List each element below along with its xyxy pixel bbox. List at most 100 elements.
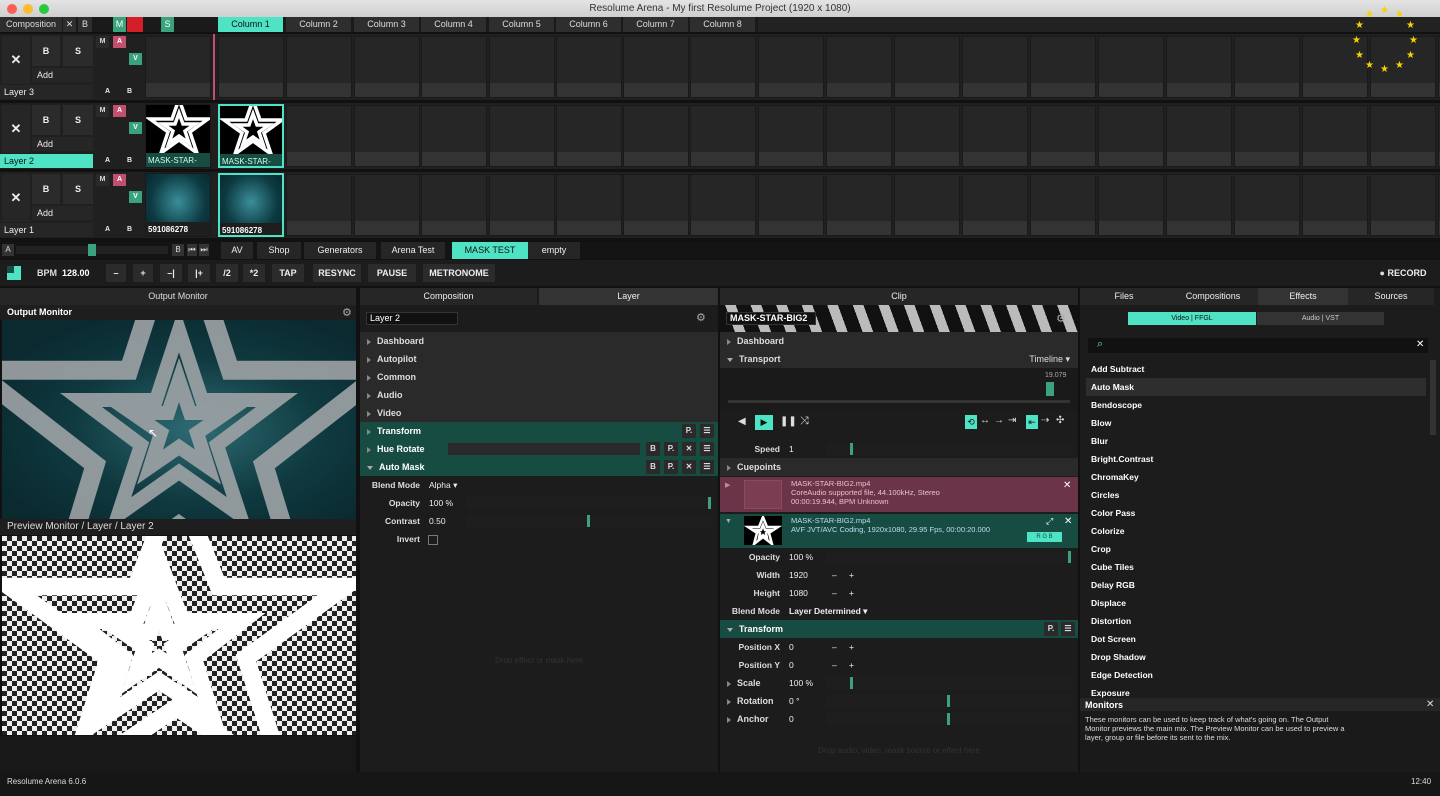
layer-solo-button[interactable]: S <box>63 105 93 135</box>
bpm-double-button[interactable]: *2 <box>243 264 265 282</box>
remove-audio-icon[interactable]: ✕ <box>1063 480 1071 491</box>
slider-handle[interactable] <box>587 515 590 527</box>
record-button[interactable]: ● RECORD <box>1378 264 1428 282</box>
clip-param-value[interactable]: 1080 <box>789 588 808 598</box>
expand-view-icon[interactable]: ⤢ <box>1046 516 1053 527</box>
timeline-playhead[interactable] <box>1046 382 1054 396</box>
effect-item[interactable]: Bright.Contrast <box>1086 450 1426 468</box>
effect-item[interactable]: Cube Tiles <box>1086 558 1426 576</box>
bpm-minus-button[interactable]: – <box>106 264 126 282</box>
random-clip-icon[interactable]: ✣ <box>1056 415 1064 426</box>
layer-solo-button[interactable]: S <box>63 174 93 204</box>
layer-mute-button[interactable]: M <box>96 36 109 48</box>
deck-next-icon[interactable]: ⏭ <box>199 244 209 256</box>
layer-mute-button[interactable]: M <box>96 174 109 186</box>
timeline-dropdown[interactable]: Timeline ▾ <box>1029 350 1070 368</box>
layer-mute-button[interactable]: M <box>96 105 109 117</box>
layer-clear-button[interactable]: ✕ <box>2 174 30 222</box>
increment-button[interactable]: + <box>849 570 854 580</box>
tab-layer[interactable]: Layer <box>539 288 718 305</box>
effect-item[interactable]: ChromaKey <box>1086 468 1426 486</box>
deck-tab-4[interactable]: MASK TEST <box>452 242 528 259</box>
slider-handle[interactable] <box>708 497 711 509</box>
crossfader-b[interactable]: B <box>172 244 184 256</box>
deck-tab-3[interactable]: Arena Test <box>381 242 445 259</box>
effect-item[interactable]: Distortion <box>1086 612 1426 630</box>
composition-clear-button[interactable]: ✕ <box>63 17 76 32</box>
transform-slider[interactable] <box>826 677 1072 689</box>
hue-rotate-slider[interactable] <box>448 443 640 455</box>
increment-button[interactable]: + <box>849 642 854 652</box>
column-header-4[interactable]: Column 4 <box>421 17 486 32</box>
preview-monitor-view[interactable] <box>2 536 356 735</box>
transform-slider[interactable] <box>826 695 1072 707</box>
deck-tab-2[interactable]: Generators <box>304 242 376 259</box>
layer-audio-button[interactable]: A <box>113 36 126 48</box>
deck-tab-5[interactable]: empty <box>528 242 580 259</box>
transform-param-value[interactable]: 0 <box>789 642 794 652</box>
param-value[interactable]: 0.50 <box>429 516 446 526</box>
effect-bypass-button[interactable]: B <box>646 460 660 474</box>
pause-button[interactable]: PAUSE <box>368 264 416 282</box>
layer-crossfade-a[interactable]: A <box>101 86 114 98</box>
layer-effect-hue-rotate[interactable]: Hue Rotate B P. ✕ ☰ <box>360 440 718 458</box>
bpm-half-button[interactable]: /2 <box>216 264 238 282</box>
clip-thumbnail[interactable]: 591086278 <box>145 173 211 237</box>
clip-thumbnail[interactable]: MASK-STAR-BIG2 <box>218 104 284 168</box>
layer-name-field[interactable]: Layer 2 <box>366 312 458 325</box>
nudge-plus-button[interactable]: |+ <box>188 264 210 282</box>
output-monitor-view[interactable]: ↖ <box>2 320 356 519</box>
bounce-icon[interactable]: ↔ <box>980 415 990 426</box>
zoom-window-icon[interactable] <box>39 4 49 14</box>
clip-param-value[interactable]: 1920 <box>789 570 808 580</box>
video-source-row[interactable]: ▼ MASK-STAR-BIG2.mp4 AVF JVT/AVC Coding,… <box>720 514 1078 548</box>
layer-bypass-button[interactable]: B <box>32 105 60 135</box>
param-slider[interactable] <box>466 497 712 509</box>
effect-item[interactable]: Blow <box>1086 414 1426 432</box>
blend-mode-dropdown[interactable]: Alpha ▾ <box>429 480 457 491</box>
effect-item[interactable]: Delay RGB <box>1086 576 1426 594</box>
rgb-badge[interactable]: R G B <box>1027 532 1062 542</box>
deck-prev-icon[interactable]: ⏮ <box>187 244 197 256</box>
layer-group-common[interactable]: Common <box>360 368 718 386</box>
play-once-icon[interactable]: → <box>994 415 1004 426</box>
effect-item[interactable]: Displace <box>1086 594 1426 612</box>
bpm-value[interactable]: 128.00 <box>62 268 90 278</box>
slider-handle[interactable] <box>947 713 950 725</box>
effect-param-button[interactable]: P. <box>664 460 678 474</box>
browser-tab-sources[interactable]: Sources <box>1348 288 1434 305</box>
target-icon[interactable]: ⇤ <box>1026 415 1038 429</box>
layer-crossfade-b[interactable]: B <box>123 155 136 167</box>
effect-bypass-button[interactable]: B <box>646 442 660 456</box>
effect-param-button[interactable]: P. <box>682 424 696 438</box>
layer-settings-gear-icon[interactable]: ⚙ <box>696 311 706 324</box>
transform-param-value[interactable]: 0 <box>789 660 794 670</box>
column-header-1[interactable]: Column 1 <box>218 17 283 32</box>
browser-tab-files[interactable]: Files <box>1080 288 1168 305</box>
nudge-minus-button[interactable]: –| <box>160 264 182 282</box>
tap-button[interactable]: TAP <box>272 264 304 282</box>
effect-item[interactable]: Dot Screen <box>1086 630 1426 648</box>
effect-item[interactable]: Drop Shadow <box>1086 648 1426 666</box>
minimize-window-icon[interactable] <box>23 4 33 14</box>
column-header-2[interactable]: Column 2 <box>286 17 351 32</box>
layer-group-audio[interactable]: Audio <box>360 386 718 404</box>
metronome-button[interactable]: METRONOME <box>423 264 495 282</box>
speed-slider[interactable] <box>826 443 1072 455</box>
tab-clip[interactable]: Clip <box>720 288 1078 305</box>
composition-solo-button[interactable]: S <box>161 17 174 32</box>
clip-transport-group[interactable]: Transport Timeline ▾ <box>720 350 1078 368</box>
play-reverse-icon[interactable]: ◀ <box>738 416 746 427</box>
layer-add-button[interactable]: Add <box>32 137 93 151</box>
layer-bypass-button[interactable]: B <box>32 36 60 66</box>
clip-thumbnail[interactable]: 591086278 <box>218 173 284 237</box>
clear-search-icon[interactable]: ✕ <box>1416 339 1424 350</box>
effect-item[interactable]: Auto Mask <box>1086 378 1426 396</box>
effect-item[interactable]: Bendoscope <box>1086 396 1426 414</box>
transform-menu-icon[interactable]: ☰ <box>1061 622 1075 636</box>
layer-audio-button[interactable]: A <box>113 174 126 186</box>
param-value[interactable]: 100 % <box>429 498 453 508</box>
column-header-7[interactable]: Column 7 <box>623 17 688 32</box>
layer-effect-auto-mask[interactable]: Auto Mask B P. ✕ ☰ <box>360 458 718 476</box>
pause-icon[interactable]: ❚❚ <box>780 416 797 427</box>
